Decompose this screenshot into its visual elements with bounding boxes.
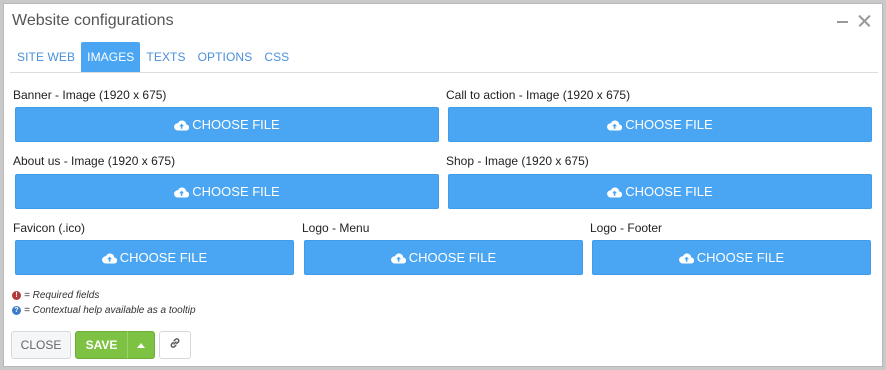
tab-divider — [10, 72, 878, 73]
config-dialog: Website configurations SITE WEB IMAGES T… — [3, 3, 883, 367]
cta-label: Call to action - Image (1920 x 675) — [446, 88, 631, 102]
banner-label: Banner - Image (1920 x 675) — [13, 88, 167, 102]
exclamation-icon: ! — [12, 291, 21, 300]
favicon-upload-label: CHOOSE FILE — [119, 250, 208, 265]
cloud-upload-icon — [607, 119, 623, 131]
favicon-upload-button[interactable]: CHOOSE FILE — [15, 240, 294, 275]
cloud-upload-icon — [678, 252, 694, 264]
cta-upload-label: CHOOSE FILE — [625, 117, 713, 132]
favicon-label: Favicon (.ico) — [13, 221, 86, 235]
cloud-upload-icon — [390, 252, 406, 264]
tab-texts[interactable]: TEXTS — [140, 42, 191, 72]
caret-up-icon — [137, 342, 145, 348]
close-icon[interactable] — [856, 12, 874, 30]
close-button[interactable]: CLOSE — [11, 331, 71, 359]
question-icon: ? — [12, 306, 21, 315]
dialog-titlebar: Website configurations — [4, 4, 882, 40]
cloud-upload-icon — [607, 186, 623, 198]
tab-bar: SITE WEB IMAGES TEXTS OPTIONS CSS — [11, 42, 295, 72]
banner-upload-label: CHOOSE FILE — [192, 117, 280, 132]
tab-css[interactable]: CSS — [258, 42, 295, 72]
shop-label: Shop - Image (1920 x 675) — [446, 154, 589, 168]
required-legend-text: = Required fields — [24, 290, 100, 301]
logo-footer-upload-label: CHOOSE FILE — [696, 250, 785, 265]
save-button[interactable]: SAVE — [75, 331, 128, 359]
link-icon — [169, 336, 181, 354]
tab-site-web[interactable]: SITE WEB — [11, 42, 81, 72]
about-label: About us - Image (1920 x 675) — [13, 154, 176, 168]
about-upload-label: CHOOSE FILE — [192, 184, 280, 199]
logo-menu-upload-button[interactable]: CHOOSE FILE — [304, 240, 583, 275]
link-button[interactable] — [159, 331, 191, 359]
logo-menu-upload-label: CHOOSE FILE — [408, 250, 497, 265]
save-options-button[interactable] — [127, 331, 155, 359]
cloud-upload-icon — [101, 252, 117, 264]
logo-footer-label: Logo - Footer — [590, 221, 663, 235]
help-legend-text: = Contextual help available as a tooltip — [24, 305, 196, 316]
logo-footer-upload-button[interactable]: CHOOSE FILE — [592, 240, 871, 275]
dialog-title: Website configurations — [12, 12, 174, 29]
cloud-upload-icon — [174, 186, 190, 198]
about-upload-button[interactable]: CHOOSE FILE — [15, 174, 439, 209]
shop-upload-button[interactable]: CHOOSE FILE — [448, 174, 872, 209]
help-legend: ? = Contextual help available as a toolt… — [12, 305, 196, 316]
tab-images[interactable]: IMAGES — [81, 42, 141, 72]
cta-upload-button[interactable]: CHOOSE FILE — [448, 107, 872, 142]
tab-options[interactable]: OPTIONS — [192, 42, 259, 72]
minimize-icon[interactable] — [834, 12, 852, 30]
cloud-upload-icon — [174, 119, 190, 131]
banner-upload-button[interactable]: CHOOSE FILE — [15, 107, 439, 142]
required-legend: ! = Required fields — [12, 290, 99, 301]
logo-menu-label: Logo - Menu — [302, 221, 370, 235]
shop-upload-label: CHOOSE FILE — [625, 184, 713, 199]
